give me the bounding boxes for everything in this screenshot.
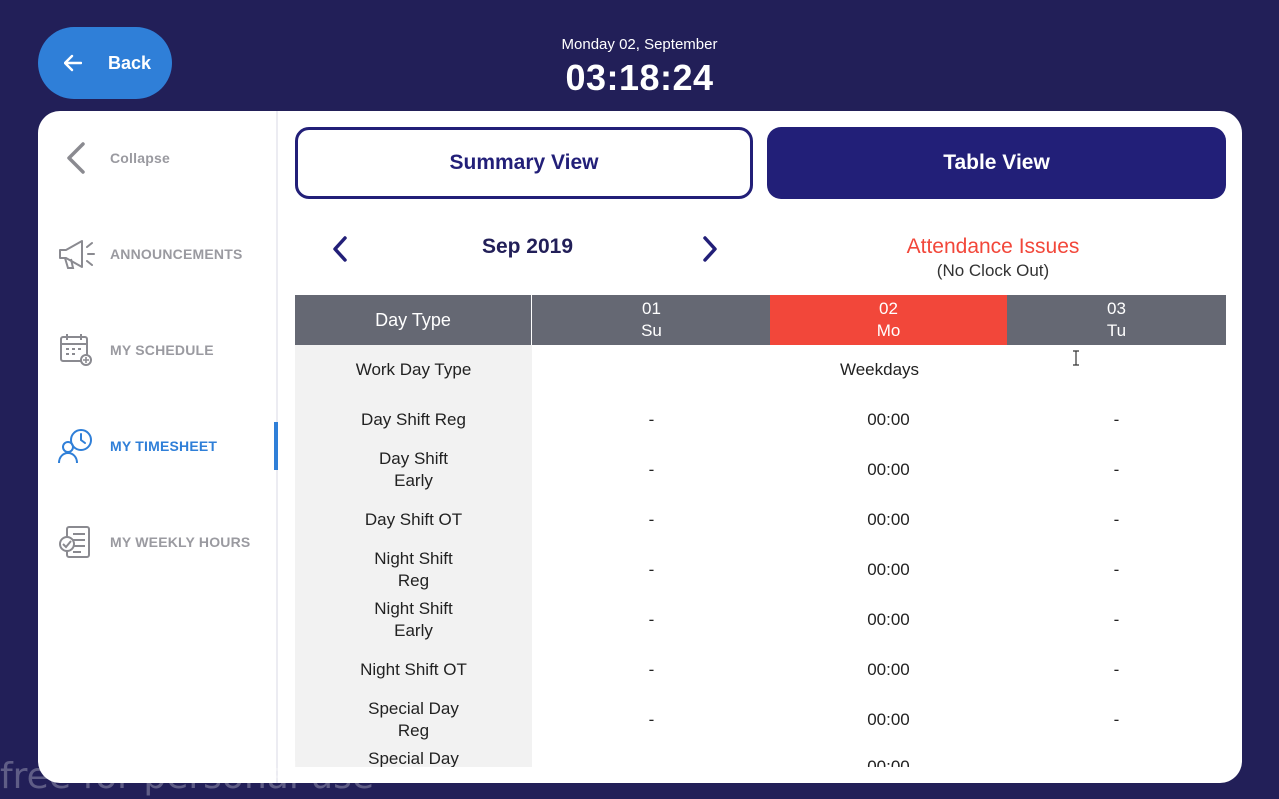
sidebar-item-announcements[interactable]: ANNOUNCEMENTS	[38, 224, 278, 284]
row-value: 00:00	[867, 410, 910, 429]
row-value: -	[1113, 610, 1120, 629]
table-row: Special Day 00:00	[295, 745, 1226, 767]
summary-view-button[interactable]: Summary View	[295, 127, 753, 199]
row-value: -	[1113, 710, 1120, 729]
day-of-week: Mo	[876, 321, 901, 340]
day-number: 01	[642, 299, 661, 318]
attendance-issues-subtitle: (No Clock Out)	[936, 261, 1050, 280]
row-value: 00:00	[867, 757, 910, 767]
table-row: Day Shift Reg - 00:00 -	[295, 395, 1226, 445]
row-value: -	[1113, 460, 1120, 479]
header-day-03[interactable]: 03 Tu	[1007, 295, 1226, 345]
day-number: 02	[879, 299, 898, 318]
day-number: 03	[1107, 299, 1126, 318]
table-row: Night Shift OT - 00:00 -	[295, 645, 1226, 695]
current-time: 03:18:24	[565, 57, 714, 98]
sidebar-item-my-schedule[interactable]: MY SCHEDULE	[38, 320, 278, 380]
header-day-02[interactable]: 02 Mo	[770, 295, 1007, 345]
row-value: 00:00	[867, 560, 910, 579]
row-value: -	[648, 710, 655, 729]
row-label: Special Day Reg	[368, 699, 459, 740]
row-value	[533, 745, 770, 767]
day-of-week: Tu	[1106, 321, 1127, 340]
sidebar-item-collapse[interactable]: Collapse	[38, 128, 278, 188]
table-row: Work Day Type Weekdays	[295, 345, 1226, 395]
row-value: -	[648, 560, 655, 579]
sidebar-item-my-weekly-hours[interactable]: MY WEEKLY HOURS	[38, 512, 278, 572]
table-row: Special Day Reg - 00:00 -	[295, 695, 1226, 745]
row-value: -	[1113, 560, 1120, 579]
table-row: Night Shift Early - 00:00 -	[295, 595, 1226, 645]
sidebar: Collapse ANNOUNCEMENTS MY SCHEDULE MY TI…	[38, 111, 278, 783]
row-value: -	[648, 660, 655, 679]
text-cursor-icon	[1073, 350, 1079, 366]
month-navigator: Sep 2019	[295, 229, 755, 269]
row-value: -	[1113, 660, 1120, 679]
day-of-week: Su	[641, 321, 662, 340]
row-value	[1007, 745, 1226, 767]
row-label: Night Shift Early	[374, 599, 453, 640]
month-label: Sep 2019	[481, 235, 574, 258]
row-value: -	[1113, 410, 1120, 429]
checklist-icon	[56, 522, 96, 562]
row-value: 00:00	[867, 510, 910, 529]
sidebar-item-my-timesheet[interactable]: MY TIMESHEET	[38, 416, 278, 476]
main-panel: Collapse ANNOUNCEMENTS MY SCHEDULE MY TI…	[38, 111, 1242, 783]
row-value: -	[1113, 510, 1120, 529]
header-day-01[interactable]: 01 Su	[533, 295, 770, 345]
row-label: Special Day	[368, 749, 459, 767]
row-value: -	[648, 460, 655, 479]
row-value: -	[648, 610, 655, 629]
row-value: 00:00	[867, 460, 910, 479]
table-header: Day Type 01 Su 02 Mo 03 Tu	[295, 295, 1226, 345]
table-view-button[interactable]: Table View	[767, 127, 1226, 199]
next-month-button[interactable]	[701, 235, 719, 268]
sidebar-item-label: MY SCHEDULE	[110, 342, 214, 358]
sidebar-item-label: MY WEEKLY HOURS	[110, 534, 251, 550]
megaphone-icon	[56, 234, 96, 274]
table-row: Night Shift Reg - 00:00 -	[295, 545, 1226, 595]
attendance-issues[interactable]: Attendance Issues (No Clock Out)	[768, 235, 1218, 281]
chevron-right-icon	[703, 236, 717, 262]
row-label: Night Shift OT	[360, 660, 467, 679]
row-value: -	[648, 510, 655, 529]
sidebar-item-label: ANNOUNCEMENTS	[110, 246, 243, 262]
row-value: 00:00	[867, 710, 910, 729]
timesheet-table[interactable]: Day Type 01 Su 02 Mo 03 Tu Work Day Type…	[295, 295, 1226, 767]
row-label: Work Day Type	[355, 360, 472, 379]
row-label: Day Shift Early	[379, 449, 448, 490]
row-value: -	[648, 410, 655, 429]
row-label: Day Shift OT	[364, 510, 463, 529]
table-row: Day Shift OT - 00:00 -	[295, 495, 1226, 545]
table-row: Day Shift Early - 00:00 -	[295, 445, 1226, 495]
sidebar-item-label: MY TIMESHEET	[110, 438, 218, 454]
row-label: Night Shift Reg	[374, 549, 453, 590]
attendance-issues-title: Attendance Issues	[906, 235, 1080, 258]
row-value: 00:00	[867, 660, 910, 679]
current-date: Monday 02, September	[561, 36, 718, 53]
calendar-icon	[56, 330, 96, 370]
row-value: Weekdays	[839, 360, 920, 379]
header-day-type: Day Type	[295, 295, 532, 345]
clock: Monday 02, September 03:18:24	[0, 36, 1279, 99]
timesheet-icon	[56, 426, 96, 466]
row-label: Day Shift Reg	[361, 410, 466, 429]
row-value: 00:00	[867, 610, 910, 629]
chevron-left-icon	[56, 138, 96, 178]
sidebar-item-label: Collapse	[110, 150, 170, 166]
